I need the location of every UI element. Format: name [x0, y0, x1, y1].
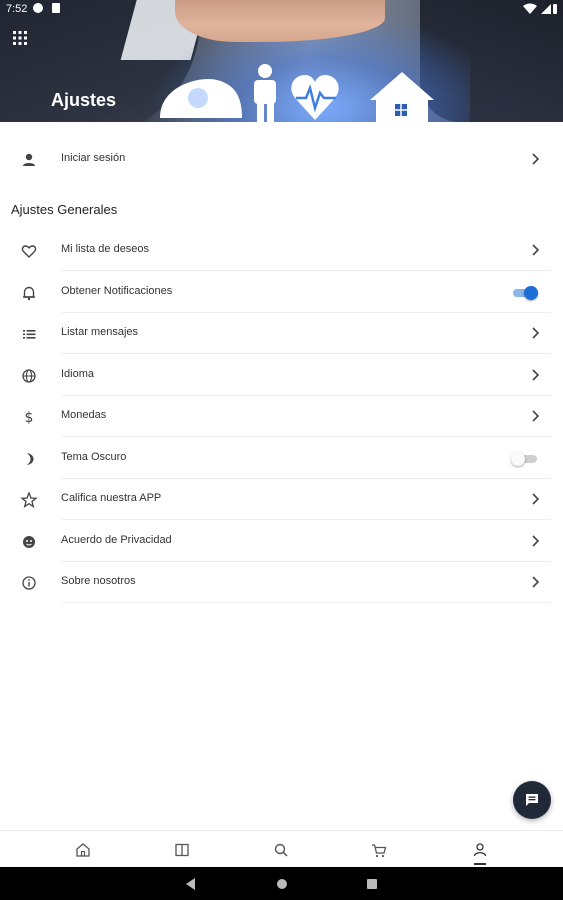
globe-icon: [22, 369, 36, 383]
settings-item-label: Monedas: [61, 409, 107, 421]
settings-item-label: Califica nuestra APP: [61, 492, 162, 504]
chevron-right-icon: [532, 153, 540, 165]
settings-item-wishlist[interactable]: Mi lista de deseos: [0, 230, 563, 271]
back-icon[interactable]: [186, 878, 196, 890]
divider: [62, 270, 551, 271]
profile-icon[interactable]: [471, 841, 489, 859]
settings-item-label: Tema Oscuro: [61, 451, 127, 463]
active-tab-indicator: [474, 863, 486, 865]
dollar-icon: $: [25, 410, 34, 426]
divider: [62, 519, 551, 520]
chevron-right-icon: [532, 327, 540, 339]
toggle-knob: [524, 286, 538, 300]
chevron-right-icon: [532, 369, 540, 381]
divider: [62, 436, 551, 437]
settings-item-about[interactable]: Sobre nosotros: [0, 562, 563, 603]
settings-item-label: Mi lista de deseos: [61, 243, 150, 255]
cart-icon[interactable]: [370, 841, 388, 859]
toggle-knob: [511, 452, 525, 466]
page-title: Ajustes: [51, 90, 117, 110]
recents-icon[interactable]: [367, 879, 377, 889]
status-sim-icon: [52, 3, 60, 13]
settings-item-label: Idioma: [61, 368, 95, 380]
system-nav-bar: [0, 867, 563, 900]
login-label: Iniciar sesión: [61, 152, 126, 164]
search-icon[interactable]: [272, 841, 290, 859]
settings-item-label: Acuerdo de Privacidad: [61, 534, 172, 546]
divider: [62, 353, 551, 354]
star-icon: [20, 491, 38, 508]
chevron-right-icon: [532, 410, 540, 422]
heart-icon: [21, 245, 37, 258]
home-icon[interactable]: [74, 841, 92, 859]
info-icon: [22, 576, 36, 590]
settings-item-language[interactable]: Idioma: [0, 355, 563, 396]
settings-item-label: Obtener Notificaciones: [61, 285, 173, 297]
list-icon: [23, 330, 36, 339]
settings-item-currency[interactable]: $ Monedas: [0, 396, 563, 437]
chevron-right-icon: [532, 244, 540, 256]
chat-icon: [526, 794, 538, 806]
bell-icon: [23, 286, 35, 301]
settings-item-label: Listar mensajes: [61, 326, 139, 338]
book-icon[interactable]: [173, 841, 191, 859]
section-title: Ajustes Generales: [11, 202, 118, 217]
notifications-toggle[interactable]: [511, 286, 538, 300]
home-nav-icon[interactable]: [277, 879, 287, 889]
header-banner: 7:52 Ajustes: [0, 0, 563, 122]
chat-fab-button[interactable]: [513, 781, 551, 819]
insurance-icons-illustration: [160, 64, 434, 122]
settings-item-dark-theme[interactable]: Tema Oscuro: [0, 438, 563, 479]
status-time: 7:52: [6, 3, 28, 15]
settings-item-messages[interactable]: Listar mensajes: [0, 313, 563, 354]
status-bar: 7:52: [0, 0, 563, 20]
settings-item-notifications[interactable]: Obtener Notificaciones: [0, 272, 563, 313]
status-app-icon: [33, 3, 43, 13]
svg-text:$: $: [25, 410, 34, 426]
chevron-right-icon: [532, 535, 540, 547]
bottom-tab-bar: [0, 830, 563, 868]
divider: [62, 602, 551, 603]
menu-grid-icon[interactable]: [12, 30, 28, 46]
chevron-right-icon: [532, 493, 540, 505]
wifi-battery-icon: [523, 3, 557, 14]
settings-item-privacy[interactable]: Acuerdo de Privacidad: [0, 521, 563, 562]
settings-item-label: Sobre nosotros: [61, 575, 136, 587]
moon-icon: [27, 453, 34, 465]
face-icon: [23, 536, 35, 548]
dark-theme-toggle[interactable]: [511, 452, 537, 466]
login-row[interactable]: Iniciar sesión: [0, 139, 563, 180]
person-icon: [23, 153, 35, 166]
chevron-right-icon: [532, 576, 540, 588]
settings-item-rate-app[interactable]: Califica nuestra APP: [0, 479, 563, 520]
